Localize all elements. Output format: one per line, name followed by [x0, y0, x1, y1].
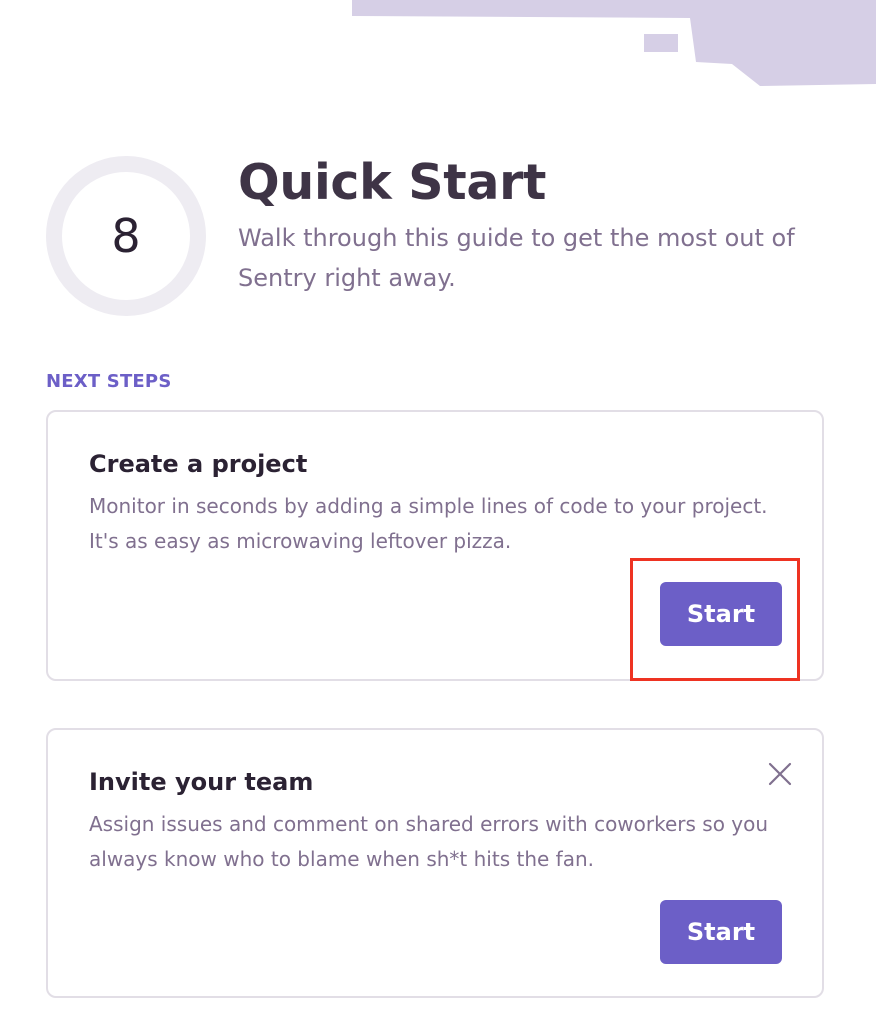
- card-description: Monitor in seconds by adding a simple li…: [89, 494, 768, 553]
- page-subtitle: Walk through this guide to get the most …: [238, 224, 795, 292]
- progress-count: 8: [111, 209, 141, 263]
- close-icon[interactable]: [766, 760, 794, 788]
- card-description: Assign issues and comment on shared erro…: [89, 812, 769, 871]
- header-decoration: [352, 0, 876, 86]
- start-button-create-project[interactable]: Start: [660, 582, 782, 646]
- progress-ring: 8: [46, 156, 206, 316]
- next-steps-label: NEXT STEPS: [46, 371, 172, 392]
- start-button-invite-team[interactable]: Start: [660, 900, 782, 964]
- task-card-invite-team: Invite your team Assign issues and comme…: [46, 728, 824, 998]
- task-card-create-project: Create a project Monitor in seconds by a…: [46, 410, 824, 681]
- card-title: Invite your team: [89, 768, 314, 796]
- page-title: Quick Start: [238, 154, 547, 211]
- card-title: Create a project: [89, 450, 308, 478]
